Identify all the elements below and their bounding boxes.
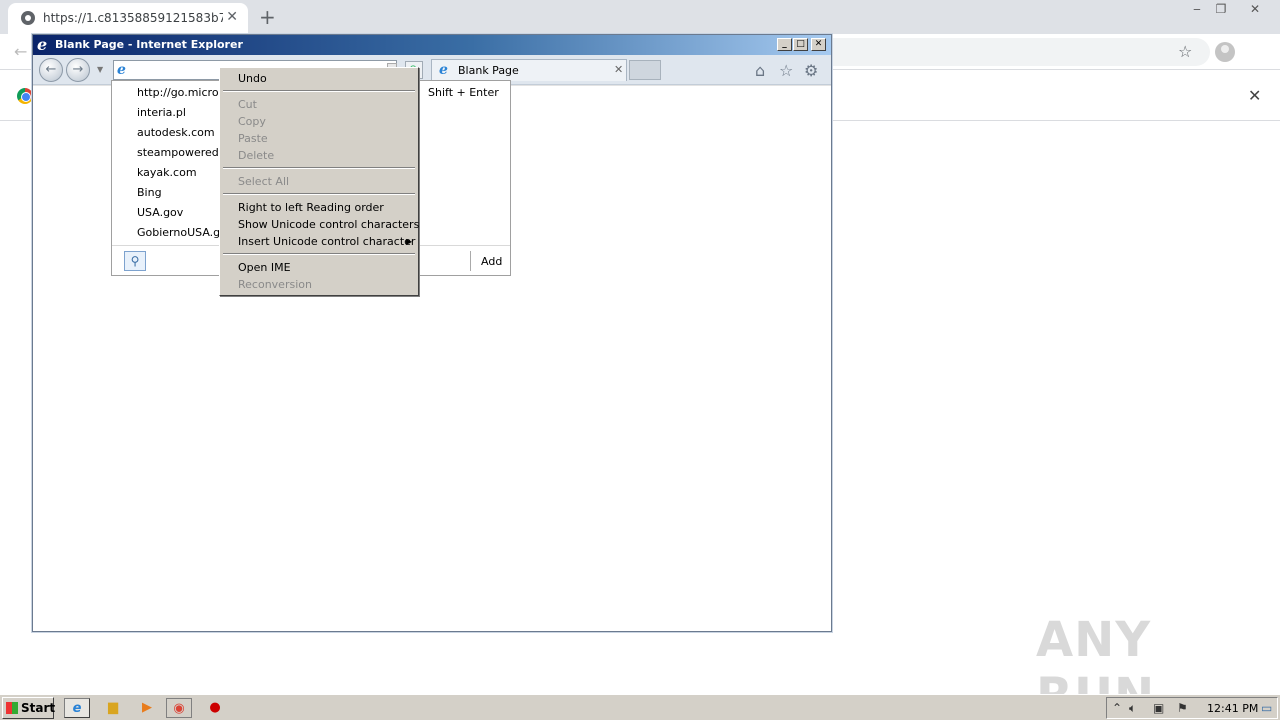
chevron-down-icon[interactable]: ▼ [97,65,103,74]
chrome-taskbar-icon[interactable]: ◉ [166,698,192,718]
menu-item-select-all[interactable]: Select All [238,175,289,188]
chrome-omnibox[interactable] [800,38,1210,66]
submenu-arrow-icon: ▶ [406,237,413,246]
menu-item-delete[interactable]: Delete [238,149,274,162]
menu-separator [223,253,415,255]
menu-item-open-ime[interactable]: Open IME [238,261,291,274]
chrome-tab[interactable]: https://1.c81358859121583b7adf2 ✕ [8,3,248,34]
suggestion-item[interactable]: interia.pl [137,106,186,119]
chrome-tabbar: https://1.c81358859121583b7adf2 ✕ + ‒ ❐ … [0,0,1280,34]
system-tray: ⌃ 🔈︎ ▣ ⚑ 12:41 PM ▭ [1106,697,1278,719]
chrome-tab-title: https://1.c81358859121583b7adf2 [43,11,223,25]
ie-taskbar-icon[interactable]: e [64,698,90,718]
home-icon[interactable]: ⌂ [755,61,765,80]
suggestion-item[interactable]: autodesk.com [137,126,215,139]
forward-button[interactable]: → [66,58,90,82]
back-button[interactable]: ← [39,58,63,82]
menu-item-reconversion[interactable]: Reconversion [238,278,312,291]
ie-logo-icon: e [37,35,48,54]
close-window-button[interactable]: ✕ [1240,0,1270,20]
close-icon[interactable]: ✕ [614,63,623,76]
menu-item-rtl-reading-order[interactable]: Right to left Reading order [238,201,384,214]
close-button[interactable]: ✕ [811,38,826,51]
search-icon[interactable]: ⚲ [124,251,146,271]
menu-separator [223,167,415,169]
add-button[interactable]: Add [481,255,502,268]
star-icon[interactable]: ☆ [1178,42,1192,61]
start-label: Start [21,701,56,715]
chevron-up-icon[interactable]: ⌃ [1112,701,1122,715]
ie-titlebar[interactable]: e Blank Page - Internet Explorer _ □ ✕ [33,35,831,55]
clock[interactable]: 12:41 PM [1207,702,1258,715]
globe-icon [21,11,35,25]
context-menu: Undo Cut Copy Paste Delete Select All Ri… [219,67,419,296]
chrome-logo-icon [17,88,33,104]
new-tab-button[interactable] [629,60,661,80]
menu-separator [223,90,415,92]
tab-blank-page[interactable]: e Blank Page ✕ [431,59,627,81]
ie-page-icon: e [439,62,448,78]
infobar-close-icon[interactable]: ✕ [1248,86,1261,105]
network-icon[interactable]: ▣ [1153,701,1164,715]
menu-separator [223,193,415,195]
windows-logo-icon [6,702,18,714]
menu-item-paste[interactable]: Paste [238,132,268,145]
close-icon[interactable]: ✕ [226,9,238,25]
divider [470,251,471,271]
maximize-button[interactable]: □ [793,38,808,51]
show-desktop-icon[interactable]: ▭ [1261,701,1272,715]
folder-icon[interactable]: ▆ [100,698,126,718]
shortcut-hint: Shift + Enter [428,86,499,99]
flag-icon[interactable]: ⚑ [1177,701,1188,715]
profile-avatar-icon[interactable] [1215,42,1235,62]
suggestion-item[interactable]: Bing [137,186,162,199]
restore-button[interactable]: ❐ [1206,0,1236,20]
menu-item-undo[interactable]: Undo [238,72,267,85]
antivirus-icon[interactable]: ● [202,698,228,718]
menu-item-cut[interactable]: Cut [238,98,257,111]
back-arrow-icon[interactable]: ← [14,42,27,61]
menu-item-show-unicode[interactable]: Show Unicode control characters [238,218,419,231]
window-title: Blank Page - Internet Explorer [55,38,243,51]
tab-label: Blank Page [458,64,519,77]
minimize-button[interactable]: _ [777,38,792,51]
taskbar: Start e ▆ ▶ ◉ ● ⌃ 🔈︎ ▣ ⚑ 12:41 PM ▭ [0,694,1280,720]
gear-icon[interactable]: ⚙ [804,61,818,80]
suggestion-item[interactable]: kayak.com [137,166,197,179]
suggestion-item[interactable]: http://go.microso [137,86,231,99]
suggestion-item[interactable]: USA.gov [137,206,183,219]
media-player-icon[interactable]: ▶ [134,698,160,718]
volume-icon[interactable]: 🔈︎ [1129,701,1136,716]
start-button[interactable]: Start [2,697,56,719]
new-tab-button[interactable]: + [259,5,276,29]
ie-page-icon: e [117,62,126,78]
favorites-star-icon[interactable]: ☆ [779,61,793,80]
menu-item-insert-unicode[interactable]: Insert Unicode control character [238,235,415,248]
menu-item-copy[interactable]: Copy [238,115,266,128]
